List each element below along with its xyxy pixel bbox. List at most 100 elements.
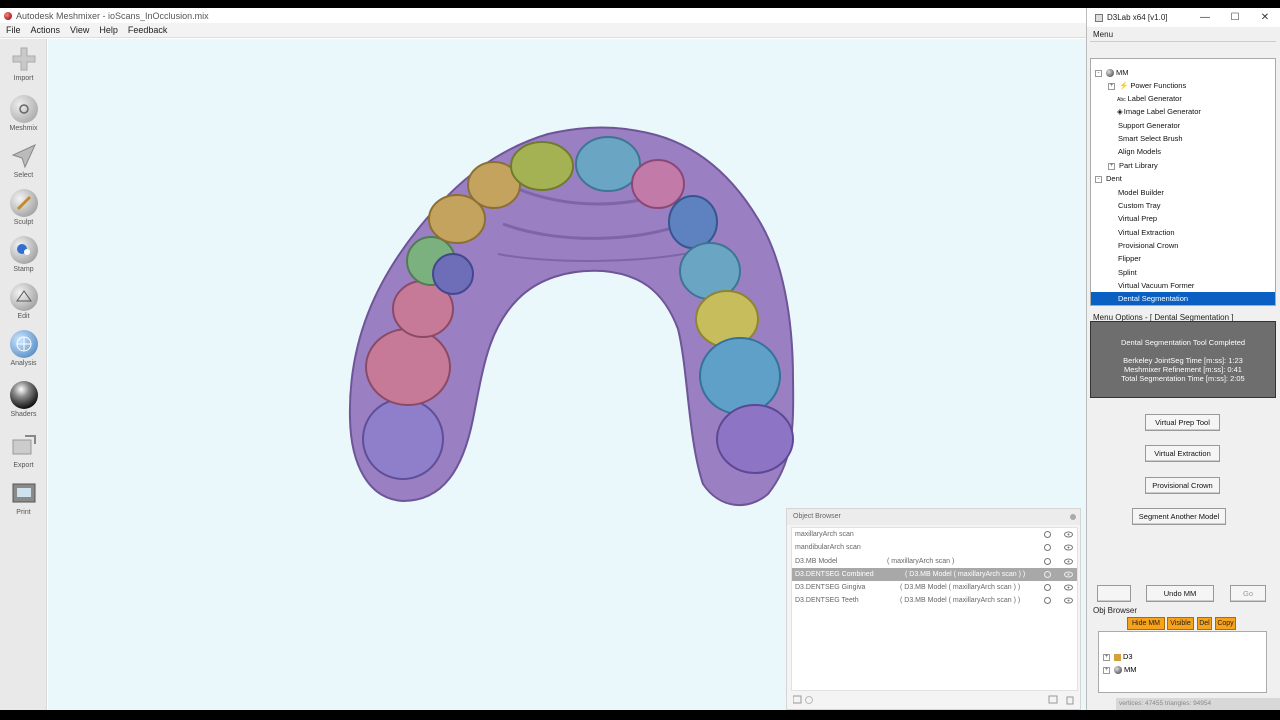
tree-label: Support Generator	[1118, 121, 1181, 130]
menu-view[interactable]: View	[70, 25, 89, 35]
collapse-icon[interactable]: -	[1095, 175, 1102, 183]
pivot-icon[interactable]	[1043, 530, 1052, 539]
obj-tree-item-mm[interactable]: + MM	[1103, 663, 1137, 676]
meshmix-icon	[9, 95, 38, 123]
expand-icon[interactable]: +	[1103, 666, 1110, 674]
tree-label: Custom Tray	[1118, 201, 1161, 210]
pivot-icon[interactable]	[1043, 570, 1052, 579]
tree-item-dent[interactable]: - Dent	[1095, 172, 1122, 185]
collapse-icon[interactable]: -	[1095, 69, 1102, 77]
menu-actions[interactable]: Actions	[31, 25, 61, 35]
segment-another-model-button[interactable]: Segment Another Model	[1132, 508, 1226, 525]
tool-sculpt[interactable]: Sculpt	[0, 189, 47, 226]
tool-shaders[interactable]: Shaders	[0, 381, 47, 418]
tool-label: Sculpt	[13, 219, 34, 226]
expand-icon[interactable]: +	[1108, 82, 1115, 90]
object-parent: ( D3.MB Model ( maxillaryArch scan ) )	[905, 570, 1026, 578]
tool-stamp[interactable]: Stamp	[0, 236, 47, 273]
menu-feedback[interactable]: Feedback	[128, 25, 168, 35]
tree-item-part-library[interactable]: + Part Library	[1108, 159, 1158, 172]
pivot-icon[interactable]	[1043, 596, 1052, 605]
tool-select[interactable]: Select	[0, 142, 47, 179]
object-row[interactable]: mandibularArch scan	[792, 541, 1077, 554]
tree-item-mm[interactable]: - MM	[1095, 66, 1129, 79]
analysis-icon	[9, 330, 38, 358]
obj-tree-item-d3[interactable]: + D3	[1103, 650, 1133, 663]
hide-mm-button[interactable]: Hide MM	[1127, 617, 1165, 630]
tool-import[interactable]: Import	[0, 45, 47, 82]
tool-edit[interactable]: Edit	[0, 283, 47, 320]
tree-item-support-generator[interactable]: Support Generator	[1118, 119, 1180, 132]
visible-button[interactable]: Visible	[1167, 617, 1194, 630]
settings-icon	[805, 696, 813, 704]
status-headline: Dental Segmentation Tool Completed	[1120, 338, 1246, 347]
eye-icon[interactable]	[1064, 543, 1073, 552]
delete-button[interactable]: Del	[1197, 617, 1212, 630]
copy-button[interactable]: Copy	[1215, 617, 1236, 630]
tree-label: MM	[1116, 68, 1129, 77]
tree-item-power-functions[interactable]: + ⚡ Power Functions	[1108, 79, 1186, 92]
meshmixer-logo-icon	[4, 11, 12, 20]
tree-label: Dental Segmentation	[1118, 294, 1189, 303]
desktop: Autodesk Meshmixer - ioScans_InOcclusion…	[0, 8, 1280, 710]
tool-print[interactable]: Print	[0, 479, 47, 516]
object-row[interactable]: D3.MB Model ( maxillaryArch scan )	[792, 555, 1077, 568]
tree-item-image-label-generator[interactable]: ◈Image Label Generator	[1117, 105, 1201, 118]
provisional-crown-button[interactable]: Provisional Crown	[1145, 477, 1220, 494]
eye-icon[interactable]	[1064, 530, 1073, 539]
object-name: maxillaryArch scan	[795, 531, 854, 538]
tree-item-virtual-vacuum-former[interactable]: Virtual Vacuum Former	[1118, 279, 1194, 292]
menu-help[interactable]: Help	[99, 25, 118, 35]
go-button[interactable]: Go	[1230, 585, 1266, 602]
virtual-prep-tool-button[interactable]: Virtual Prep Tool	[1145, 414, 1220, 431]
object-row[interactable]: D3.DENTSEG Gingiva ( D3.MB Model ( maxil…	[792, 581, 1077, 594]
menu-label: Menu	[1093, 30, 1114, 39]
tree-item-virtual-prep[interactable]: Virtual Prep	[1118, 212, 1157, 225]
menu-file[interactable]: File	[6, 25, 21, 35]
object-row-selected[interactable]: D3.DENTSEG Combined ( D3.MB Model ( maxi…	[792, 567, 1077, 582]
pivot-icon[interactable]	[1043, 583, 1052, 592]
tree-item-align-models[interactable]: Align Models	[1118, 145, 1161, 158]
expand-icon[interactable]: +	[1103, 653, 1110, 661]
eye-icon[interactable]	[1064, 570, 1073, 579]
object-parent: ( D3.MB Model ( maxillaryArch scan ) )	[900, 584, 1021, 592]
tool-meshmix[interactable]: Meshmix	[0, 95, 47, 132]
tree-item-splint[interactable]: Splint	[1118, 266, 1137, 279]
object-name: D3.DENTSEG Teeth	[795, 597, 859, 605]
pivot-icon[interactable]	[1043, 557, 1052, 566]
tree-item-smart-select-brush[interactable]: Smart Select Brush	[1118, 132, 1183, 145]
close-icon[interactable]: ✕	[1250, 8, 1280, 27]
tool-export[interactable]: Export	[0, 432, 47, 469]
eye-icon[interactable]	[1064, 557, 1073, 566]
d3-object-tree: + D3 + MM	[1098, 631, 1267, 693]
tree-label: Flipper	[1118, 254, 1141, 263]
tree-item-model-builder[interactable]: Model Builder	[1118, 186, 1164, 199]
minimize-icon[interactable]: —	[1190, 8, 1220, 27]
pivot-icon[interactable]	[1043, 543, 1052, 552]
eye-icon[interactable]	[1064, 583, 1073, 592]
close-icon[interactable]	[1070, 514, 1076, 520]
divider	[1090, 41, 1276, 42]
expand-icon[interactable]: +	[1108, 162, 1115, 170]
eye-icon[interactable]	[1064, 596, 1073, 605]
object-row[interactable]: maxillaryArch scan	[792, 528, 1077, 541]
tree-item-provisional-crown[interactable]: Provisional Crown	[1118, 239, 1178, 252]
object-browser-title: Object Browser	[793, 513, 841, 520]
tool-label: Print	[16, 509, 31, 516]
tree-item-flipper[interactable]: Flipper	[1118, 252, 1141, 265]
virtual-extraction-button[interactable]: Virtual Extraction	[1145, 445, 1220, 462]
tree-item-custom-tray[interactable]: Custom Tray	[1118, 199, 1161, 212]
undo-mm-button[interactable]: Undo MM	[1146, 585, 1214, 602]
tree-label: Splint	[1118, 268, 1137, 277]
tree-item-dental-segmentation[interactable]: Dental Segmentation	[1091, 292, 1275, 305]
tool-label: Import	[13, 75, 34, 82]
maximize-icon[interactable]: ☐	[1220, 8, 1250, 27]
d3lab-window: D3Lab x64 [v1.0] — ☐ ✕ Menu - MM + ⚡ Power …	[1086, 8, 1280, 710]
object-row[interactable]: D3.DENTSEG Teeth ( D3.MB Model ( maxilla…	[792, 594, 1077, 607]
status-line: Total Segmentation Time [m:ss]: 2:05	[1121, 374, 1245, 383]
tool-analysis[interactable]: Analysis	[0, 330, 47, 367]
object-name: mandibularArch scan	[795, 544, 861, 552]
blank-button[interactable]	[1097, 585, 1131, 602]
tree-item-label-generator[interactable]: Abc Label Generator	[1117, 92, 1182, 105]
tree-item-virtual-extraction[interactable]: Virtual Extraction	[1118, 226, 1175, 239]
